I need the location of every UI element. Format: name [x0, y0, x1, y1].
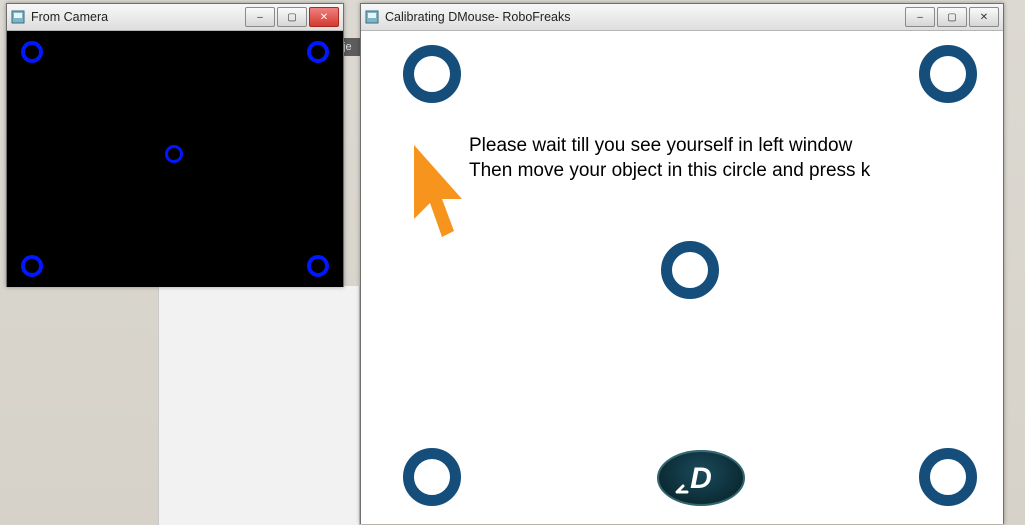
app-icon [11, 10, 25, 24]
calibration-ring-top-left [21, 41, 43, 63]
target-ring-center [661, 241, 719, 299]
cursor-arrow-icon [408, 141, 468, 251]
calibration-title: Calibrating DMouse- RoboFreaks [385, 10, 571, 24]
desktop: oje From Camera – ▢ ✕ Ca [0, 0, 1025, 525]
camera-title: From Camera [31, 10, 108, 24]
target-ring-bottom-right [919, 448, 977, 506]
calibration-window[interactable]: Calibrating DMouse- RoboFreaks – ▢ ✕ Ple… [360, 3, 1004, 524]
dmouse-logo: D [657, 450, 745, 506]
instruction-line-1: Please wait till you see yourself in lef… [469, 134, 870, 159]
calibration-canvas: Please wait till you see yourself in lef… [361, 31, 1003, 524]
target-ring-bottom-left [403, 448, 461, 506]
camera-window[interactable]: From Camera – ▢ ✕ [6, 3, 344, 287]
calibration-ring-center [165, 145, 183, 163]
target-ring-top-right [919, 45, 977, 103]
calibration-titlebar[interactable]: Calibrating DMouse- RoboFreaks – ▢ ✕ [361, 4, 1003, 31]
instruction-line-2: Then move your object in this circle and… [469, 159, 870, 184]
calibration-ring-bottom-right [307, 255, 329, 277]
camera-feed [7, 31, 343, 287]
close-button[interactable]: ✕ [309, 7, 339, 27]
maximize-button[interactable]: ▢ [277, 7, 307, 27]
camera-window-buttons: – ▢ ✕ [245, 7, 339, 27]
logo-letter: D [690, 462, 712, 495]
calibration-ring-top-right [307, 41, 329, 63]
minimize-button[interactable]: – [905, 7, 935, 27]
calibration-ring-bottom-left [21, 255, 43, 277]
maximize-button[interactable]: ▢ [937, 7, 967, 27]
instruction-text: Please wait till you see yourself in lef… [469, 134, 870, 183]
minimize-button[interactable]: – [245, 7, 275, 27]
camera-titlebar[interactable]: From Camera – ▢ ✕ [7, 4, 343, 31]
close-button[interactable]: ✕ [969, 7, 999, 27]
target-ring-top-left [403, 45, 461, 103]
app-icon [365, 10, 379, 24]
background-panel [158, 286, 360, 525]
calibration-window-buttons: – ▢ ✕ [905, 7, 999, 27]
